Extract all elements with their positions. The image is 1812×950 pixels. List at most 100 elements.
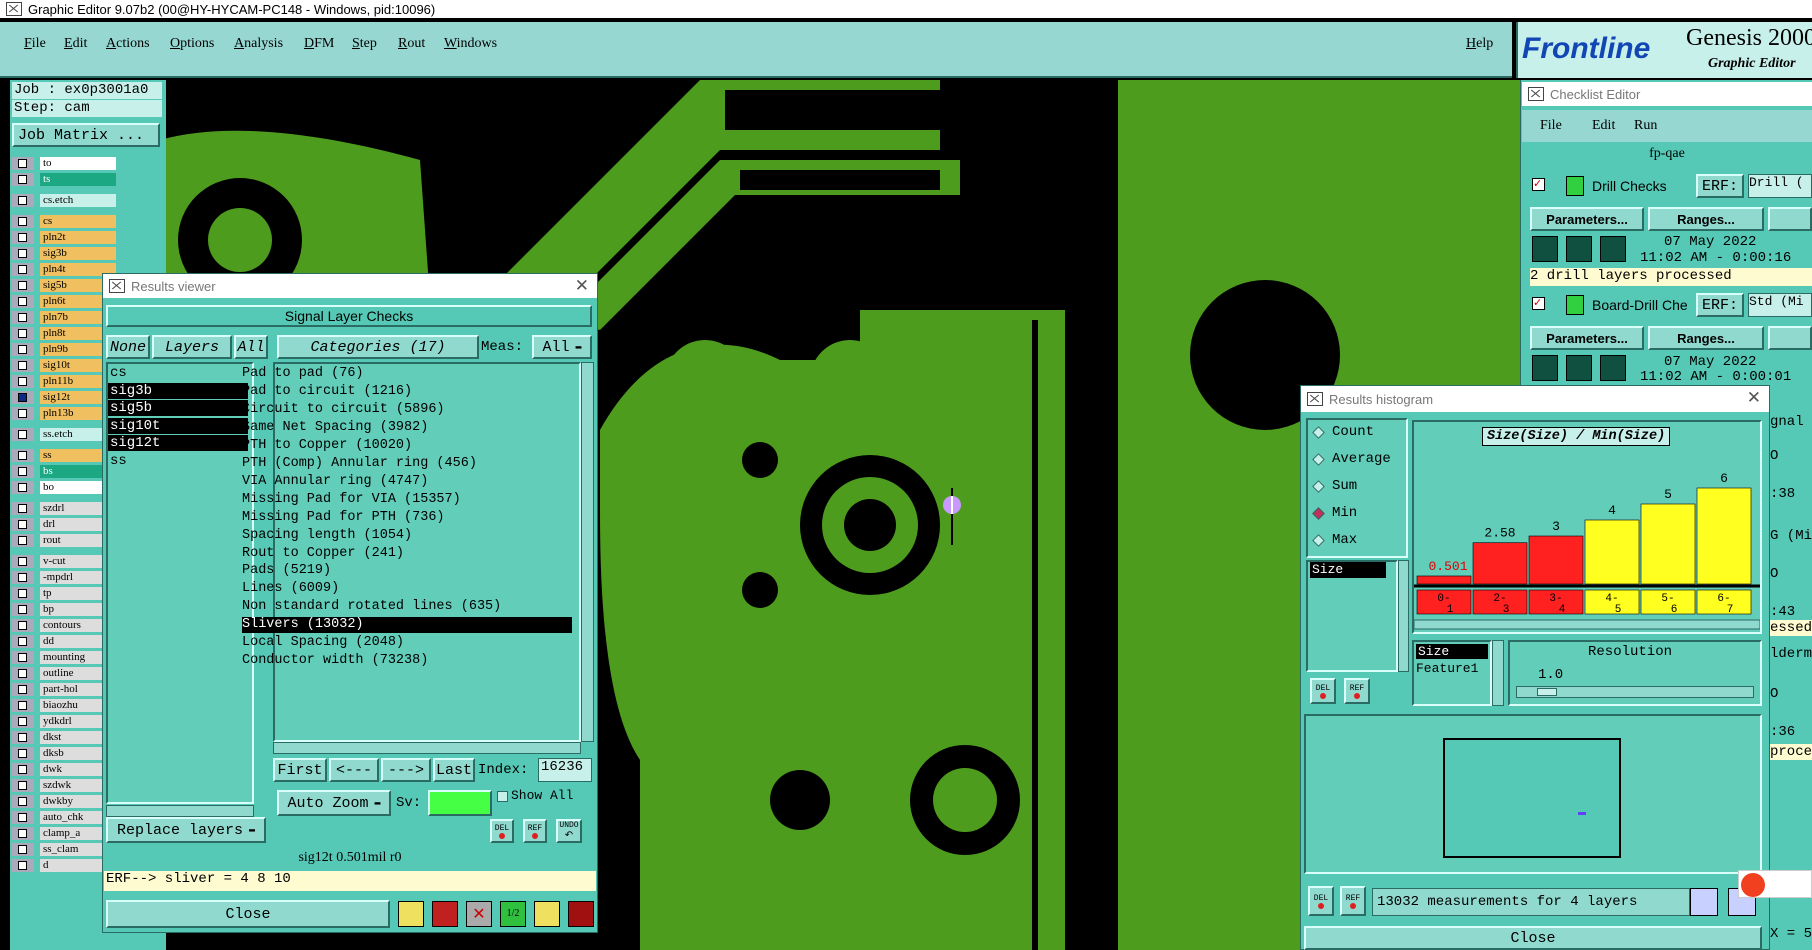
rv-layer-item[interactable]: sig3b — [108, 382, 248, 399]
categories-button[interactable]: Categories (17) — [277, 335, 479, 359]
layer-row[interactable]: bo — [12, 481, 116, 494]
layer-row[interactable]: auto_chk — [12, 811, 116, 824]
layer-checkbox[interactable] — [12, 555, 34, 568]
rv-category-item[interactable]: Rout to Copper (241) — [242, 546, 404, 562]
layer-checkbox[interactable] — [12, 667, 34, 680]
layer-row[interactable]: bs — [12, 465, 116, 478]
layer-row[interactable]: cs — [12, 215, 116, 228]
rv-category-item[interactable]: Missing Pad for PTH (736) — [242, 510, 445, 526]
layer-row[interactable]: dkst — [12, 731, 116, 744]
slider-handle[interactable] — [1537, 688, 1557, 696]
layer-checkbox[interactable] — [12, 587, 34, 600]
layer-checkbox[interactable] — [12, 731, 34, 744]
menu-dfm[interactable]: DFM — [304, 36, 334, 52]
rv-del-button[interactable]: DEL — [490, 819, 514, 843]
layer-row[interactable]: ts — [12, 173, 116, 186]
menu-actions[interactable]: Actions — [106, 36, 150, 52]
menu-file[interactable]: File — [24, 36, 46, 52]
layer-checkbox[interactable] — [12, 859, 34, 872]
layer-row[interactable]: ss_clam — [12, 843, 116, 856]
mode-label[interactable]: Average — [1332, 451, 1391, 467]
ranges-button[interactable]: Ranges... — [1648, 326, 1764, 350]
layer-row[interactable]: bp — [12, 603, 116, 616]
histogram-close-button[interactable]: Close — [1304, 926, 1762, 950]
layer-checkbox[interactable] — [12, 375, 34, 388]
rv-category-item[interactable]: Lines (6009) — [242, 581, 339, 597]
layer-checkbox[interactable] — [12, 518, 34, 531]
layer-row[interactable]: d — [12, 859, 116, 872]
checklist-menu-run[interactable]: Run — [1634, 118, 1657, 134]
layer-row[interactable]: dksb — [12, 747, 116, 760]
layer-row[interactable]: dwk — [12, 763, 116, 776]
meas-dropdown[interactable]: All ▬ — [532, 335, 592, 359]
rv-layer-item[interactable]: cs — [108, 365, 248, 381]
layer-checkbox[interactable] — [12, 247, 34, 260]
rv-category-item[interactable]: Slivers (13032) — [242, 617, 572, 633]
checklist-menu-edit[interactable]: Edit — [1592, 118, 1615, 134]
erf-button[interactable]: ERF: — [1696, 174, 1744, 198]
report-icon[interactable] — [534, 901, 560, 927]
layer-row[interactable]: clamp_a — [12, 827, 116, 840]
layer-row[interactable]: szdwk — [12, 779, 116, 792]
hist-ref-button-2[interactable]: REF — [1340, 886, 1366, 916]
mode-label[interactable]: Min — [1332, 505, 1357, 521]
rv-category-item[interactable]: Pad to pad (76) — [242, 366, 364, 382]
attr-item[interactable]: Feature1 — [1416, 661, 1478, 676]
histogram-bar[interactable] — [1584, 519, 1640, 585]
layer-name[interactable]: cs.etch — [40, 194, 116, 207]
measure-scrollbar[interactable] — [1398, 560, 1409, 672]
layer-row[interactable]: ss.etch — [12, 428, 116, 441]
layer-checkbox[interactable] — [12, 635, 34, 648]
none-button[interactable]: None — [106, 335, 150, 359]
menu-step[interactable]: Step — [352, 36, 377, 52]
menu-options[interactable]: Options — [170, 36, 214, 52]
layer-row[interactable]: szdrl — [12, 502, 116, 515]
layer-row[interactable]: ydkdrl — [12, 715, 116, 728]
histogram-bar[interactable] — [1640, 503, 1696, 585]
layer-name[interactable]: sig3b — [40, 247, 116, 260]
layer-row[interactable]: pln7b — [12, 311, 116, 324]
layer-row[interactable]: dd — [12, 635, 116, 648]
layer-row[interactable]: rout — [12, 534, 116, 547]
show-all-checkbox[interactable] — [497, 791, 508, 802]
run-icon[interactable] — [1532, 355, 1558, 381]
layers-button[interactable]: Layers — [152, 335, 232, 359]
erf-value[interactable]: Drill ( — [1748, 174, 1812, 198]
histogram-bar[interactable] — [1416, 575, 1472, 585]
layer-checkbox[interactable] — [12, 359, 34, 372]
layer-checkbox[interactable] — [12, 449, 34, 462]
all-button[interactable]: All — [234, 335, 268, 359]
layer-row[interactable]: sig3b — [12, 247, 116, 260]
check-enabled-icon[interactable]: ✓ — [1532, 178, 1545, 191]
rv-categories-hscrollbar[interactable] — [273, 742, 581, 754]
layer-row[interactable]: biaozhu — [12, 699, 116, 712]
layer-checkbox[interactable] — [12, 699, 34, 712]
marker-icon[interactable] — [398, 901, 424, 927]
layer-row[interactable]: pln4t — [12, 263, 116, 276]
layer-row[interactable]: contours — [12, 619, 116, 632]
layer-checkbox[interactable] — [12, 843, 34, 856]
layer-checkbox[interactable] — [12, 747, 34, 760]
layer-checkbox[interactable] — [12, 795, 34, 808]
rv-categories-vscrollbar[interactable] — [581, 362, 594, 742]
layer-row[interactable]: pln2t — [12, 231, 116, 244]
layer-row[interactable]: pln8t — [12, 327, 116, 340]
measure-item[interactable]: Size — [1310, 562, 1386, 578]
rv-layer-item[interactable]: sig12t — [108, 435, 248, 452]
layer-row[interactable]: tp — [12, 587, 116, 600]
close-icon[interactable]: ✕ — [1747, 388, 1761, 408]
rv-category-item[interactable]: VIA Annular ring (4747) — [242, 474, 428, 490]
layer-name[interactable]: cs — [40, 215, 116, 228]
parameters-button[interactable]: Parameters... — [1530, 326, 1644, 350]
layer-checkbox[interactable] — [12, 327, 34, 340]
attr-item[interactable]: Size — [1416, 644, 1488, 659]
layer-row[interactable]: v-cut — [12, 555, 116, 568]
rv-category-item[interactable]: Conductor width (73238) — [242, 653, 428, 669]
layer-row[interactable]: cs.etch — [12, 194, 116, 207]
layer-row[interactable]: pln6t — [12, 295, 116, 308]
layer-checkbox[interactable] — [12, 603, 34, 616]
index-input[interactable]: 16236 — [538, 758, 592, 782]
menu-analysis[interactable]: Analysis — [234, 36, 283, 52]
erf-button[interactable]: ERF: — [1696, 293, 1744, 317]
attr-scrollbar[interactable] — [1492, 640, 1504, 706]
